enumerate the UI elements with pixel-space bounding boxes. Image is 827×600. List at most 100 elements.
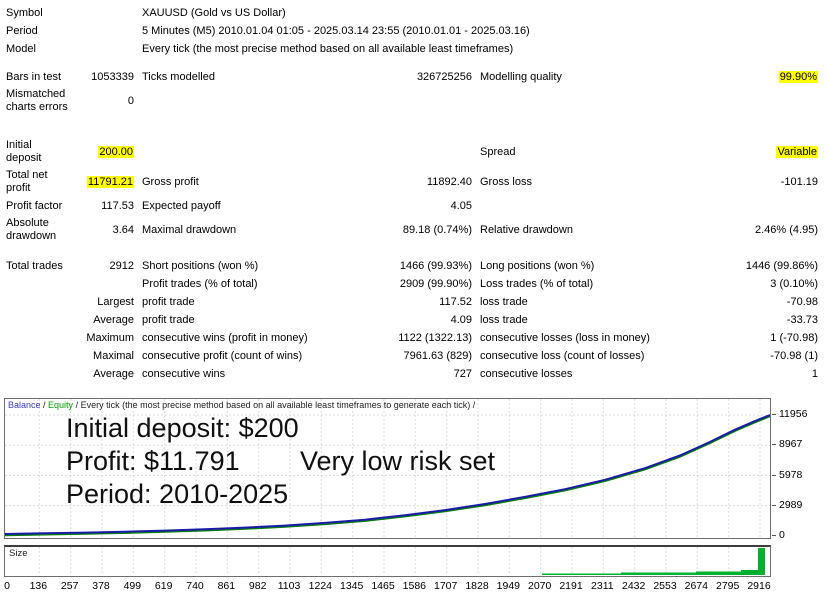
report-row: Total trades2912Short positions (won %)1… [6,257,818,275]
report-row: Profit factor117.53Expected payoff4.05 [6,197,818,215]
stat-value: 117.52 [354,294,472,311]
report-row: Maximalconsecutive profit (count of wins… [6,347,818,365]
y-axis-label: 8967 [779,438,802,450]
stat-label: Short positions (won %) [134,258,354,275]
stat-label: Total trades [6,258,70,275]
annotation-period: Period: 2010-2025 [66,479,288,510]
report-row: Maximumconsecutive wins (profit in money… [6,329,818,347]
stat-value: 117.53 [70,198,134,215]
x-axis-label: 499 [124,580,142,592]
x-axis-label: 740 [186,580,204,592]
stat-text: XAUUSD (Gold vs US Dollar) [134,7,818,20]
stat-label: Long positions (won %) [472,258,694,275]
stat-label: Profit trades (% of total) [134,276,354,293]
stat-value: Maximal [70,348,134,365]
report-row: Model Every tick (the most precise method… [6,40,818,58]
size-bar [542,574,621,576]
x-axis-label: 2674 [685,580,708,592]
x-axis-label: 1949 [497,580,520,592]
stat-label: consecutive loss (count of losses) [472,348,694,365]
x-axis-label: 2432 [622,580,645,592]
stat-value: 3.64 [70,222,134,239]
x-axis-label: 1345 [340,580,363,592]
x-axis-label: 257 [61,580,79,592]
stat-value: -70.98 (1) [694,348,818,365]
chart-legend: Balance / Equity / Every tick (the most … [8,400,475,410]
y-tick-mark [772,444,776,445]
stat-value: 1053339 [70,69,134,86]
stat-value: 326725256 [354,69,472,86]
annotation-initial-deposit: Initial deposit: $200 [66,413,299,444]
report-row: Largestprofit trade117.52loss trade-70.9… [6,293,818,311]
stat-label: consecutive losses (loss in money) [472,330,694,347]
stat-label: Expected payoff [134,198,354,215]
stat-label: Total net profit [6,167,70,197]
stat-label [6,336,70,340]
stat-value: 200.00 [70,144,134,161]
stat-text: Every tick (the most precise method base… [134,43,818,56]
stat-label [472,204,694,208]
stat-label [6,300,70,304]
stat-label: Mismatched charts errors [6,86,70,116]
stat-label: Model [6,41,70,58]
stat-label: Bars in test [6,69,70,86]
stat-value [70,11,134,15]
stat-label: loss trade [472,312,694,329]
stat-label: Initial deposit [6,137,70,167]
stat-label: Symbol [6,5,70,22]
stat-value: Variable [694,144,818,161]
stat-label: Period [6,23,70,40]
stat-value: 1446 (99.86%) [694,258,818,275]
x-axis-label: 2191 [559,580,582,592]
stat-label: consecutive profit (count of wins) [134,348,354,365]
stat-label [6,318,70,322]
stat-value: 0 [70,93,134,110]
legend-separator: / [41,400,49,410]
x-axis-label: 1224 [309,580,332,592]
stat-label: Modelling quality [472,69,694,86]
stat-label: Ticks modelled [134,69,354,86]
stat-label [6,372,70,376]
x-axis-label: 861 [218,580,236,592]
size-bar [741,570,758,575]
stat-value: 1122 (1322.13) [354,330,472,347]
stat-label [6,354,70,358]
report-row: Mismatched charts errors0 [6,86,818,116]
stat-label: consecutive wins (profit in money) [134,330,354,347]
stat-label: Relative drawdown [472,222,694,239]
stat-label: consecutive wins [134,366,354,383]
x-axis-label: 619 [155,580,173,592]
stat-label: loss trade [472,294,694,311]
y-axis-label: 0 [779,529,785,541]
x-axis-label: 1103 [278,580,301,592]
stat-label [6,282,70,286]
report-row: Period5 Minutes (M5) 2010.01.04 01:05 - … [6,22,818,40]
strategy-report-table: Symbol XAUUSD (Gold vs US Dollar) Period5 … [6,4,818,383]
stat-value: 3 (0.10%) [694,276,818,293]
stat-label: Maximal drawdown [134,222,354,239]
stat-value: Largest [70,294,134,311]
stat-value: 7961.63 (829) [354,348,472,365]
stat-label: profit trade [134,312,354,329]
x-axis-label: 982 [249,580,267,592]
stat-value [694,99,818,103]
stat-value: 727 [354,366,472,383]
stat-value: -101.19 [694,174,818,191]
stat-label: Spread [472,144,694,161]
stat-value: 1 (-70.98) [694,330,818,347]
x-axis-label: 378 [92,580,110,592]
x-axis-label: 1707 [434,580,457,592]
y-axis-label: 2989 [779,499,802,511]
report-row: Symbol XAUUSD (Gold vs US Dollar) [6,4,818,22]
size-bars-chart [5,547,770,575]
legend-model-text: / Every tick (the most precise method ba… [73,400,475,410]
x-axis-label: 2311 [591,580,614,592]
stat-value [354,150,472,154]
y-tick-mark [772,475,776,476]
stat-value: 4.05 [354,198,472,215]
stat-value [354,99,472,103]
report-row: Bars in test1053339Ticks modelled3267252… [6,68,818,86]
stat-value: -70.98 [694,294,818,311]
y-tick-mark [772,414,776,415]
stat-label [472,99,694,103]
